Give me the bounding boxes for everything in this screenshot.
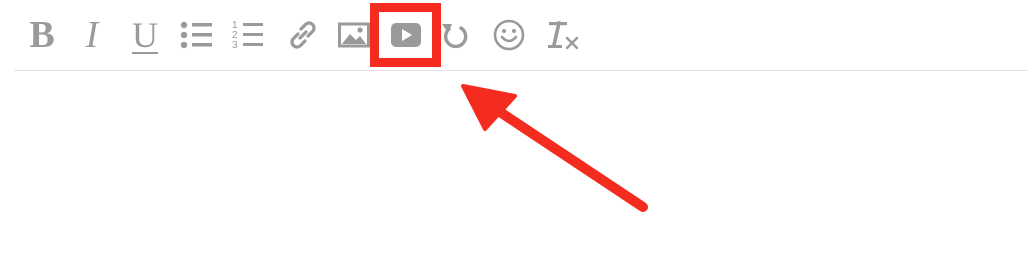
link-button[interactable] — [284, 10, 322, 60]
italic-button[interactable]: I — [76, 10, 108, 60]
bulleted-list-icon — [180, 21, 212, 49]
image-icon — [338, 22, 370, 48]
undo-icon — [442, 24, 468, 49]
clear-formatting-icon — [548, 20, 579, 50]
video-button[interactable] — [386, 10, 426, 60]
video-icon — [391, 23, 421, 47]
italic-icon: I — [85, 14, 99, 56]
underline-icon: U — [132, 15, 158, 55]
emoji-button[interactable] — [490, 10, 528, 60]
image-button[interactable] — [336, 10, 372, 60]
undo-button[interactable] — [438, 10, 472, 60]
smiley-icon — [493, 19, 525, 51]
clear-formatting-button[interactable] — [544, 10, 582, 60]
bulleted-list-button[interactable] — [178, 10, 216, 60]
link-icon — [290, 21, 316, 49]
bold-button[interactable]: B — [22, 10, 62, 60]
svg-text:3: 3 — [232, 40, 238, 51]
editor-content-area[interactable] — [14, 71, 1028, 260]
underline-button[interactable]: U — [128, 10, 162, 60]
bold-icon: B — [29, 14, 55, 56]
numbered-list-button[interactable]: 1 2 3 — [230, 10, 268, 60]
numbered-list-icon: 1 2 3 — [232, 20, 263, 51]
editor-toolbar: B I U 1 2 3 — [14, 0, 1028, 70]
